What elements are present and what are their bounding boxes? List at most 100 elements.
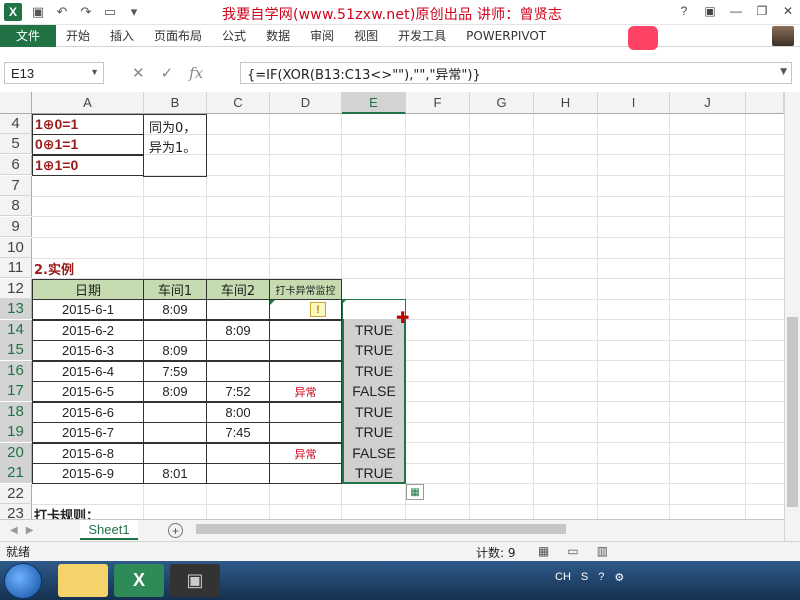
name-box[interactable]: E13 ▼ (4, 62, 104, 84)
tab-file[interactable]: 文件 (0, 24, 56, 47)
table-cell-workshop2[interactable]: 7:52 (206, 381, 270, 402)
table-cell-workshop1[interactable]: 7:59 (143, 361, 207, 382)
table-cell-workshop1[interactable]: 8:09 (143, 299, 207, 320)
close-icon[interactable]: ✕ (780, 3, 796, 19)
column-header-f[interactable]: F (406, 92, 470, 114)
table-cell-workshop2[interactable]: 8:00 (206, 402, 270, 423)
row-header-16[interactable]: 16 (0, 361, 32, 381)
quick-analysis-icon[interactable]: ▦ (406, 484, 424, 500)
row-header-15[interactable]: 15 (0, 340, 32, 360)
table-cell-result[interactable]: TRUE (342, 422, 406, 442)
warning-icon[interactable]: ! (310, 302, 326, 317)
row-header-20[interactable]: 20 (0, 443, 32, 463)
table-cell-monitor[interactable] (269, 422, 342, 443)
table-cell-result[interactable]: TRUE (342, 402, 406, 422)
row-header-7[interactable]: 7 (0, 176, 32, 196)
table-cell-monitor[interactable] (269, 320, 342, 341)
table-cell-date[interactable]: 2015-6-6 (32, 402, 144, 423)
column-header-b[interactable]: B (144, 92, 207, 114)
column-header-j[interactable]: J (670, 92, 746, 114)
excel-icon[interactable]: X (4, 3, 22, 21)
table-cell-monitor[interactable] (269, 463, 342, 484)
row-header-8[interactable]: 8 (0, 196, 32, 216)
table-cell-result[interactable]: FALSE (342, 443, 406, 463)
add-sheet-icon[interactable]: + (168, 523, 183, 538)
table-cell-workshop2[interactable] (206, 463, 270, 484)
next-sheet-icon[interactable]: ▶ (26, 525, 34, 536)
table-cell-workshop2[interactable]: 7:45 (206, 422, 270, 443)
select-all-corner[interactable] (0, 92, 32, 114)
page-layout-view-icon[interactable]: ▭ (567, 544, 578, 558)
worksheet-grid[interactable]: A B C D E F G H I J 4 5 6 7 8 9 10 11 12… (0, 92, 784, 519)
ribbon-display-icon[interactable]: ▣ (702, 3, 718, 19)
user-avatar[interactable] (772, 26, 794, 46)
new-document-icon[interactable]: ▭ (102, 4, 118, 20)
column-header-a[interactable]: A (32, 92, 144, 114)
tab-home[interactable]: 开始 (56, 25, 100, 47)
vertical-scroll-thumb[interactable] (787, 317, 798, 507)
column-header-k[interactable] (746, 92, 784, 114)
redo-icon[interactable]: ↷ (78, 4, 94, 20)
cancel-icon[interactable]: ✕ (132, 64, 145, 82)
settings-tray-icon[interactable]: ⚙ (614, 571, 624, 584)
column-header-e[interactable]: E (342, 92, 406, 114)
table-cell-result[interactable]: TRUE (342, 463, 406, 483)
tab-powerpivot[interactable]: POWERPIVOT (456, 25, 556, 47)
table-cell-workshop1[interactable] (143, 422, 207, 443)
table-cell-workshop1[interactable] (143, 320, 207, 341)
row-header-10[interactable]: 10 (0, 238, 32, 258)
expand-formula-icon[interactable]: ▼ (780, 67, 787, 77)
xor-rule-cell[interactable]: 1⊕1=0 (32, 155, 144, 176)
table-cell-result[interactable]: FALSE (342, 381, 406, 401)
row-header-17[interactable]: 17 (0, 381, 32, 401)
table-cell-date[interactable]: 2015-6-7 (32, 422, 144, 443)
tab-insert[interactable]: 插入 (100, 25, 144, 47)
table-cell-result[interactable]: TRUE (342, 340, 406, 360)
recorder-icon[interactable]: ▣ (170, 564, 220, 597)
xor-rule-cell[interactable]: 0⊕1=1 (32, 134, 144, 155)
column-header-h[interactable]: H (534, 92, 598, 114)
chevron-down-icon[interactable]: ▼ (90, 67, 99, 77)
horizontal-scrollbar[interactable] (194, 522, 769, 536)
table-cell-workshop1[interactable] (143, 402, 207, 423)
column-header-d[interactable]: D (270, 92, 342, 114)
row-header-11[interactable]: 11 (0, 258, 32, 278)
rules-label[interactable]: 打卡规则： (34, 504, 144, 520)
table-cell-date[interactable]: 2015-6-8 (32, 443, 144, 464)
section-title[interactable]: 2.实例 (34, 258, 144, 278)
row-header-4[interactable]: 4 (0, 114, 32, 134)
insert-function-icon[interactable]: fx (189, 64, 203, 82)
tab-sheet1[interactable]: Sheet1 (80, 520, 138, 540)
prev-sheet-icon[interactable]: ◀ (10, 525, 18, 536)
table-cell-monitor[interactable] (269, 340, 342, 361)
tab-formulas[interactable]: 公式 (212, 25, 256, 47)
row-header-6[interactable]: 6 (0, 155, 32, 175)
tab-review[interactable]: 审阅 (300, 25, 344, 47)
table-header-workshop2[interactable]: 车间2 (206, 279, 270, 300)
row-header-22[interactable]: 22 (0, 484, 32, 504)
row-header-9[interactable]: 9 (0, 217, 32, 237)
undo-icon[interactable]: ↶ (54, 4, 70, 20)
row-header-5[interactable]: 5 (0, 134, 32, 154)
language-indicator[interactable]: CH (555, 571, 571, 584)
tab-developer[interactable]: 开发工具 (388, 25, 456, 47)
table-cell-monitor[interactable]: 异常 (269, 381, 342, 402)
table-cell-workshop1[interactable]: 8:09 (143, 381, 207, 402)
table-header-workshop1[interactable]: 车间1 (143, 279, 207, 300)
table-cell-workshop1[interactable] (143, 443, 207, 464)
maximize-icon[interactable]: ❐ (754, 3, 770, 19)
horizontal-scroll-thumb[interactable] (196, 524, 566, 534)
table-cell-monitor[interactable] (269, 361, 342, 382)
table-cell-monitor[interactable]: 异常 (269, 443, 342, 464)
row-header-13[interactable]: 13 (0, 299, 32, 319)
row-header-12[interactable]: 12 (0, 279, 32, 299)
table-cell-workshop2[interactable]: 8:09 (206, 320, 270, 341)
table-cell-workshop1[interactable]: 8:01 (143, 463, 207, 484)
table-cell-date[interactable]: 2015-6-3 (32, 340, 144, 361)
help-icon[interactable]: ? (676, 3, 692, 19)
table-cell-workshop2[interactable] (206, 340, 270, 361)
row-header-23[interactable]: 23 (0, 504, 32, 519)
row-header-19[interactable]: 19 (0, 422, 32, 442)
column-header-g[interactable]: G (470, 92, 534, 114)
row-header-14[interactable]: 14 (0, 320, 32, 340)
